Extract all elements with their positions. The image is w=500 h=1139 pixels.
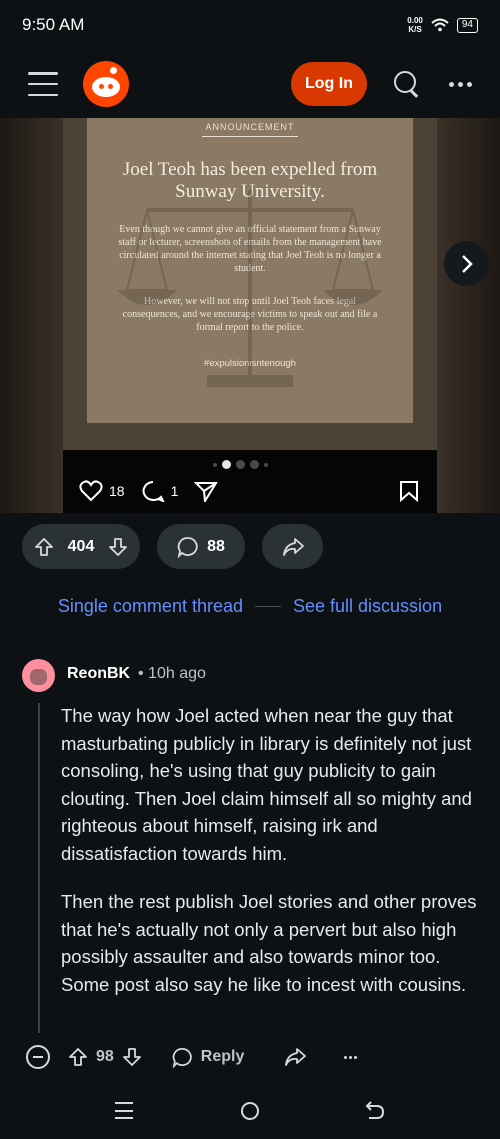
next-image-button[interactable]: [444, 241, 489, 286]
comment-paragraph-2: Then the rest publish Joel stories and o…: [61, 891, 477, 995]
reply-icon: [172, 1047, 192, 1068]
thread-links: Single comment thread See full discussio…: [0, 594, 500, 618]
thread-line[interactable]: [38, 703, 40, 1033]
comments-button[interactable]: 88: [157, 524, 245, 569]
network-speed: 0.00 K/S: [407, 16, 423, 34]
image-frame: ANNOUNCEMENT Joel Teoh has been expelled…: [63, 118, 437, 450]
bookmark-icon[interactable]: [399, 480, 419, 502]
announcement-poster: ANNOUNCEMENT Joel Teoh has been expelled…: [87, 118, 413, 423]
comment-icon: [177, 536, 198, 558]
like-count: 18: [109, 483, 125, 499]
carousel-indicator: [213, 460, 268, 469]
comment-share-icon[interactable]: [284, 1047, 307, 1067]
justice-scale-graphic: [117, 190, 383, 387]
comment-vote-control: 98: [68, 1047, 142, 1067]
battery-icon: 94: [456, 17, 478, 33]
post-action-row: 404 88: [22, 524, 323, 569]
share-button[interactable]: [262, 524, 323, 569]
comment-score: 98: [96, 1048, 114, 1065]
comment-bubble-icon[interactable]: [141, 480, 165, 502]
avatar[interactable]: [22, 659, 55, 692]
wifi-icon: [431, 18, 449, 32]
comment-downvote-icon[interactable]: [122, 1047, 142, 1067]
comment-upvote-icon[interactable]: [68, 1047, 88, 1067]
app-header: Log In: [0, 50, 500, 118]
status-icons: 0.00 K/S 94: [407, 16, 478, 34]
chevron-right-icon: [461, 254, 473, 273]
post-score: 404: [67, 537, 95, 555]
search-icon[interactable]: [393, 70, 421, 98]
single-comment-thread-link[interactable]: Single comment thread: [58, 596, 243, 617]
status-bar: 9:50 AM 0.00 K/S 94: [0, 0, 500, 50]
comment-more-icon[interactable]: [344, 1055, 358, 1059]
comment-body: The way how Joel acted when near the guy…: [61, 702, 481, 1019]
comment-action-row: 98 Reply: [26, 1043, 486, 1071]
home-icon[interactable]: [241, 1102, 259, 1120]
comment-count: 88: [207, 537, 225, 555]
network-speed-value: 0.00: [407, 16, 423, 25]
collapse-icon[interactable]: [26, 1045, 50, 1069]
share-icon: [282, 537, 304, 556]
login-button[interactable]: Log In: [291, 62, 367, 106]
comment-author[interactable]: ReonBK: [67, 665, 130, 683]
post-vote-control: 404: [22, 524, 140, 569]
see-full-discussion-link[interactable]: See full discussion: [293, 596, 442, 617]
poster-tag: ANNOUNCEMENT: [205, 122, 295, 132]
post-media[interactable]: ANNOUNCEMENT Joel Teoh has been expelled…: [0, 118, 500, 513]
back-icon[interactable]: [365, 1100, 385, 1120]
downvote-icon[interactable]: [108, 537, 128, 557]
reply-button[interactable]: Reply: [172, 1047, 245, 1068]
comment-paragraph-1: The way how Joel acted when near the guy…: [61, 705, 472, 864]
comment-timestamp: • 10h ago: [138, 665, 206, 682]
menu-icon[interactable]: [28, 72, 58, 96]
upvote-icon[interactable]: [34, 537, 54, 557]
send-icon[interactable]: [194, 480, 219, 502]
embedded-post-bar: 18 1: [63, 450, 437, 513]
system-navigation-bar: [0, 1085, 500, 1139]
recent-apps-icon[interactable]: [115, 1102, 133, 1119]
divider: [255, 605, 281, 607]
heart-icon[interactable]: [79, 480, 103, 502]
more-icon[interactable]: [449, 81, 472, 87]
ig-comment-count: 1: [170, 483, 179, 499]
reddit-logo[interactable]: [83, 61, 129, 107]
status-time: 9:50 AM: [22, 15, 85, 34]
network-speed-unit: K/S: [408, 25, 422, 34]
reply-label: Reply: [200, 1048, 245, 1065]
